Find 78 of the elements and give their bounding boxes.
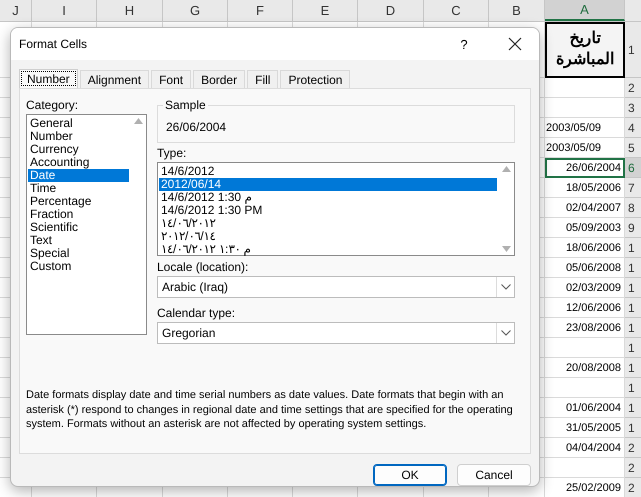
list-item[interactable]: Currency (28, 143, 129, 156)
list-item[interactable]: 14/6/2012 (159, 165, 497, 178)
list-item[interactable]: Special (28, 247, 129, 260)
row-number[interactable]: 3 (625, 98, 641, 118)
row-number[interactable]: 1 (625, 418, 641, 438)
row-number[interactable]: 1 (625, 258, 641, 278)
scroll-up-icon[interactable] (502, 166, 510, 172)
field-label: Calendar type: (157, 306, 236, 320)
row-number[interactable]: 8 (625, 198, 641, 218)
list-item[interactable]: Percentage (28, 195, 129, 208)
row-number[interactable]: 6 (625, 158, 641, 178)
row-number[interactable]: 2 (625, 78, 641, 98)
chevron-down-icon (500, 330, 510, 336)
column-title[interactable]: تاريخ المباشرة (545, 22, 625, 78)
list-item[interactable]: 14/6/2012 1:30 PM (159, 204, 497, 217)
dialog-button[interactable]: OK (373, 464, 447, 486)
description-text: Date formats display date and time serial numbers as date values. Date formats that begin with an asterisk (*) respond to changes in regional date and time settings that are specified for the operating system. Formats without an asterisk are not affected by operating system settings. (26, 388, 514, 432)
dialog-button[interactable]: Cancel (457, 464, 531, 486)
row-number[interactable]: 4 (625, 118, 641, 138)
list-item[interactable]: ٢٠١٢/٠٦/١٤ (159, 230, 497, 243)
column-header[interactable]: E (293, 0, 358, 21)
scroll-up-icon[interactable] (134, 118, 142, 124)
tab[interactable]: Font (151, 70, 192, 88)
row-number[interactable]: 1 (625, 338, 641, 358)
group-label: Sample (163, 98, 208, 112)
scroll-down-icon[interactable] (502, 246, 510, 252)
column-header[interactable]: G (163, 0, 228, 21)
row-number[interactable]: 9 (625, 218, 641, 238)
close-icon[interactable] (508, 37, 522, 51)
column-header[interactable]: J (0, 0, 32, 21)
row-number[interactable]: 5 (625, 138, 641, 158)
row-number[interactable]: 1 (625, 278, 641, 298)
list-item[interactable]: Text (28, 234, 129, 247)
tab[interactable]: Alignment (80, 70, 150, 88)
list-item[interactable]: Fraction (28, 208, 129, 221)
row-number[interactable]: 2 (625, 458, 641, 478)
window-title: Format Cells (19, 37, 88, 51)
list-item[interactable]: Custom (28, 260, 129, 273)
list-item[interactable]: Date (28, 169, 129, 182)
list-item[interactable]: Scientific (28, 221, 129, 234)
dropdown[interactable]: Arabic (Iraq) (157, 276, 515, 298)
tab[interactable]: Protection (280, 70, 350, 88)
row-number[interactable]: 1 (625, 318, 641, 338)
list-item[interactable]: 14/6/2012 1:30 م (159, 191, 497, 204)
tab[interactable]: Border (193, 70, 246, 88)
list-item[interactable]: 2012/06/14 (159, 178, 497, 191)
list-item[interactable]: Time (28, 182, 129, 195)
tab[interactable]: Number (19, 69, 78, 88)
list-item[interactable]: ١٤/٠٦/٢٠١٢ ١:٣٠ م (159, 243, 497, 256)
help-button[interactable]: ? (454, 36, 474, 52)
list-item[interactable]: Accounting (28, 156, 129, 169)
category-list[interactable]: General Number Currency Accounting Date Time Percentage Fraction Scientific Text Special Custom (26, 114, 147, 335)
field-label: Category: (26, 98, 80, 112)
column-header[interactable]: F (228, 0, 293, 21)
row-number[interactable]: 1 (625, 22, 641, 78)
row-number[interactable]: 1 (625, 398, 641, 418)
sample-value: 26/06/2004 (166, 120, 226, 134)
row-number[interactable]: 2 (625, 438, 641, 458)
column-header[interactable]: C (424, 0, 489, 21)
column-header[interactable]: H (97, 0, 163, 21)
row-number[interactable]: 2 (625, 478, 641, 497)
column-header[interactable]: I (32, 0, 97, 21)
field-label: Locale (location): (157, 260, 250, 274)
list-item[interactable]: General (28, 117, 129, 130)
column-header[interactable]: A (545, 0, 625, 21)
row-number[interactable]: 1 (625, 378, 641, 398)
list-item[interactable]: ١٤/٠٦/٢٠١٢ (159, 217, 497, 230)
row-number[interactable]: 7 (625, 178, 641, 198)
row-number[interactable]: 1 (625, 298, 641, 318)
row-number[interactable]: 1 (625, 358, 641, 378)
chevron-down-icon (500, 284, 510, 290)
tab[interactable]: Fill (247, 70, 278, 88)
list-item[interactable]: Number (28, 130, 129, 143)
field-label: Type: (157, 146, 188, 160)
dropdown[interactable]: Gregorian (157, 322, 515, 344)
column-header[interactable]: D (358, 0, 424, 21)
row-number[interactable]: 1 (625, 238, 641, 258)
table-cell[interactable]: 26/06/2004 (545, 158, 625, 178)
